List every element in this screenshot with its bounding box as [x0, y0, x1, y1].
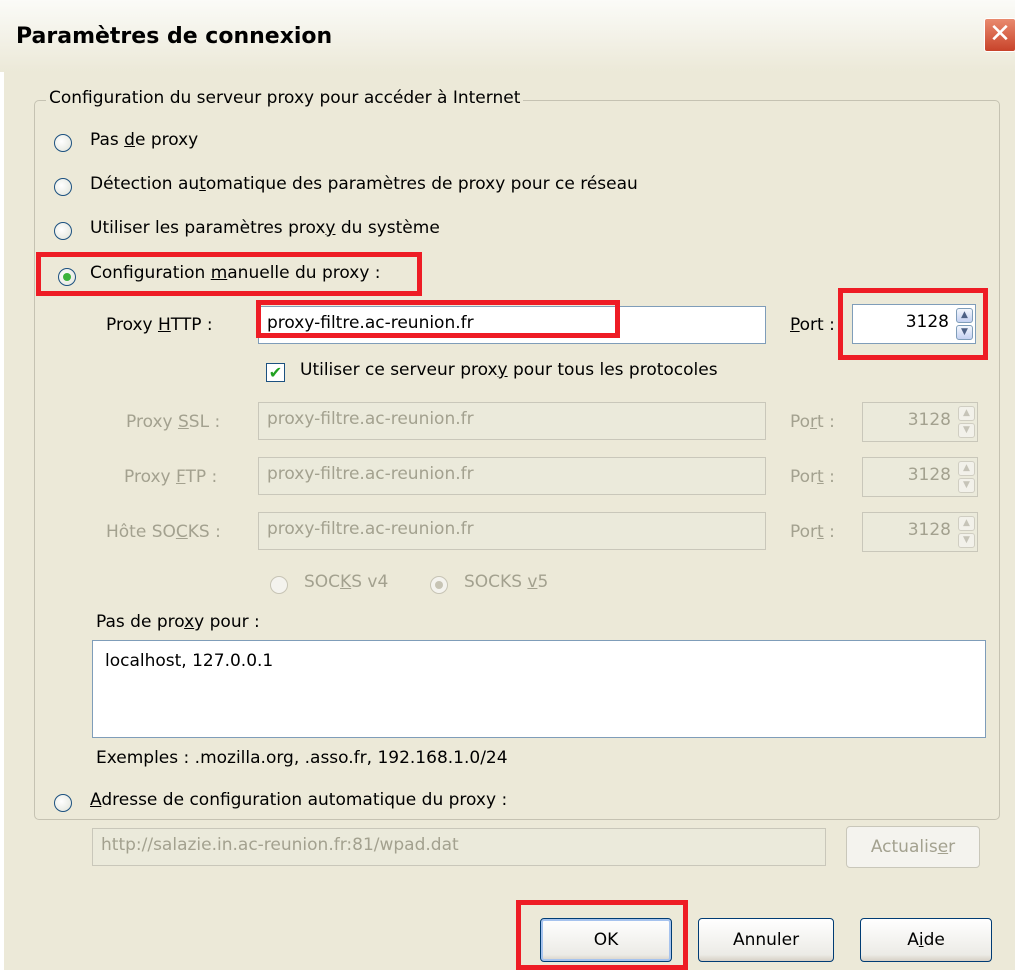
radio-auto-detect[interactable] — [54, 178, 72, 196]
label-http-port: Port : — [790, 315, 835, 335]
radio-system-proxy[interactable] — [54, 222, 72, 240]
ftp-port-value: 3128 — [907, 465, 951, 485]
label-no-proxy-for: Pas de proxy pour : — [96, 612, 260, 632]
socks-port-value: 3128 — [907, 520, 951, 540]
ftp-port-spinner[interactable]: ▲ ▼ — [958, 461, 975, 493]
close-icon[interactable]: ✕ — [984, 18, 1015, 52]
spin-down-icon[interactable]: ▼ — [958, 533, 975, 548]
group-legend: Configuration du serveur proxy pour accé… — [46, 88, 524, 108]
label-same-proxy[interactable]: Utiliser ce serveur proxy pour tous les … — [300, 360, 718, 380]
highlight-http-proxy — [256, 300, 620, 338]
socks-port-input[interactable]: 3128 ▲ ▼ — [862, 512, 978, 552]
label-ftp-proxy: Proxy FTP : — [124, 467, 218, 487]
socks-host-input[interactable]: proxy-filtre.ac-reunion.fr — [258, 512, 766, 550]
dialog-window: Paramètres de connexion ✕ Configuration … — [0, 0, 1015, 970]
label-socks-port: Port : — [790, 522, 835, 542]
radio-socks-v4[interactable] — [270, 576, 288, 594]
cancel-button[interactable]: Annuler — [698, 918, 834, 962]
auto-config-url-input[interactable]: http://salazie.in.ac-reunion.fr:81/wpad.… — [92, 828, 826, 866]
examples-hint: Exemples : .mozilla.org, .asso.fr, 192.1… — [96, 748, 508, 768]
spin-up-icon[interactable]: ▲ — [958, 406, 975, 421]
radio-socks-v5[interactable] — [430, 576, 448, 594]
window-title: Paramètres de connexion — [16, 24, 333, 49]
no-proxy-for-textarea[interactable]: localhost, 127.0.0.1 — [92, 640, 986, 738]
socks-port-spinner[interactable]: ▲ ▼ — [958, 516, 975, 548]
ssl-port-value: 3128 — [907, 410, 951, 430]
ftp-proxy-input[interactable]: proxy-filtre.ac-reunion.fr — [258, 457, 766, 495]
label-ftp-port: Port : — [790, 467, 835, 487]
radio-auto-config-url[interactable] — [54, 794, 72, 812]
same-proxy-checkbox[interactable]: ✔ — [266, 363, 285, 382]
title-bar: Paramètres de connexion ✕ — [0, 0, 1015, 72]
label-ssl-port: Port : — [790, 412, 835, 432]
spin-down-icon[interactable]: ▼ — [958, 423, 975, 438]
help-button[interactable]: Aide — [860, 918, 992, 962]
ssl-port-spinner[interactable]: ▲ ▼ — [958, 406, 975, 438]
spin-up-icon[interactable]: ▲ — [958, 461, 975, 476]
reload-button[interactable]: Actualiser — [846, 826, 980, 868]
label-socks-v4[interactable]: SOCKS v4 — [304, 572, 388, 592]
highlight-manual-proxy — [36, 252, 422, 296]
ssl-port-input[interactable]: 3128 ▲ ▼ — [862, 402, 978, 442]
window-border — [0, 72, 4, 970]
label-auto-detect[interactable]: Détection automatique des paramètres de … — [90, 174, 638, 194]
label-http-proxy: Proxy HTTP : — [106, 315, 213, 335]
spin-down-icon[interactable]: ▼ — [958, 478, 975, 493]
highlight-ok-button — [516, 900, 688, 970]
label-system-proxy[interactable]: Utiliser les paramètres proxy du système — [90, 218, 440, 238]
label-ssl-proxy: Proxy SSL : — [126, 412, 221, 432]
highlight-http-port — [838, 288, 988, 360]
label-auto-config-url[interactable]: Adresse de configuration automatique du … — [90, 790, 507, 810]
spin-up-icon[interactable]: ▲ — [958, 516, 975, 531]
ftp-port-input[interactable]: 3128 ▲ ▼ — [862, 457, 978, 497]
label-socks-host: Hôte SOCKS : — [106, 522, 221, 542]
ssl-proxy-input[interactable]: proxy-filtre.ac-reunion.fr — [258, 402, 766, 440]
radio-no-proxy[interactable] — [54, 134, 72, 152]
label-socks-v5[interactable]: SOCKS v5 — [464, 572, 548, 592]
label-no-proxy[interactable]: Pas de proxy — [90, 130, 198, 150]
